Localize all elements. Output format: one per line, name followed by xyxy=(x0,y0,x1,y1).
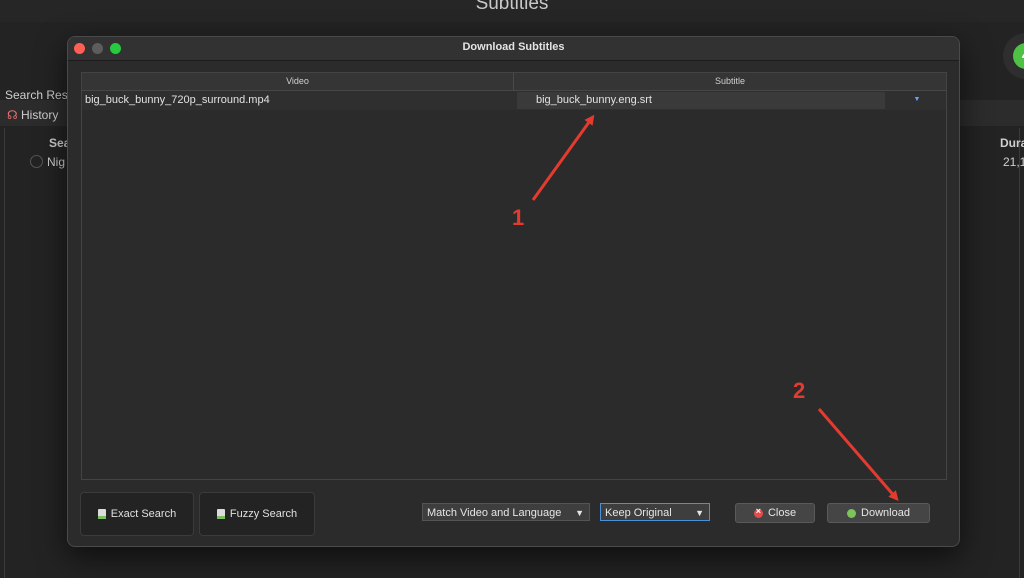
annotation-label-1: 1 xyxy=(512,205,525,230)
dialog-title-bar: Download Subtitles xyxy=(68,37,959,61)
download-button[interactable]: Download xyxy=(827,503,930,523)
close-icon xyxy=(753,506,763,518)
background-window-title: Subtitles xyxy=(475,0,549,14)
document-icon xyxy=(97,509,106,519)
fuzzy-search-label: Fuzzy Search xyxy=(229,508,298,520)
close-label: Close xyxy=(767,507,797,519)
exact-search-button[interactable]: Exact Search xyxy=(80,492,194,536)
background-column-header-right: Dura xyxy=(1000,136,1024,150)
download-subtitles-dialog: Download Subtitles Video Subtitle big_bu… xyxy=(67,36,960,547)
chevron-down-icon: ▼ xyxy=(695,508,704,518)
match-mode-value: Match Video and Language xyxy=(427,507,562,519)
table-row[interactable]: big_buck_bunny_720p_surround.mp4 big_buc… xyxy=(82,91,946,110)
annotation-label-2: 2 xyxy=(793,378,806,403)
column-header-video[interactable]: Video xyxy=(82,73,514,90)
subtitle-select-cell[interactable]: big_buck_bunny.eng.srt xyxy=(517,92,885,109)
background-badge-count: 4 xyxy=(1013,43,1024,69)
video-filename-cell: big_buck_bunny_720p_surround.mp4 xyxy=(85,94,270,106)
background-row-right: 21,1 xyxy=(1003,155,1024,169)
naming-mode-value: Keep Original xyxy=(605,507,672,519)
background-history-tab[interactable]: ☊ History xyxy=(7,108,58,122)
download-label: Download xyxy=(861,507,910,519)
match-mode-select[interactable]: Match Video and Language ▼ xyxy=(422,503,590,521)
naming-mode-select[interactable]: Keep Original ▼ xyxy=(600,503,710,521)
headphones-icon: ☊ xyxy=(7,108,18,122)
subtitle-dropdown-arrow-icon[interactable]: ▼ xyxy=(911,92,923,109)
dialog-title: Download Subtitles xyxy=(462,41,565,53)
table-header: Video Subtitle xyxy=(82,73,946,91)
download-icon xyxy=(847,508,857,518)
close-button[interactable]: Close xyxy=(735,503,815,523)
background-divider xyxy=(1019,128,1020,578)
background-history-label: History xyxy=(21,108,59,122)
background-divider xyxy=(4,128,5,578)
fuzzy-search-button[interactable]: Fuzzy Search xyxy=(199,492,315,536)
chevron-down-icon: ▼ xyxy=(575,508,584,518)
document-icon xyxy=(216,509,225,519)
exact-search-label: Exact Search xyxy=(110,508,177,520)
background-row-left: Nig xyxy=(47,155,66,169)
subtitle-filename: big_buck_bunny.eng.srt xyxy=(536,94,652,106)
subtitles-table: Video Subtitle big_buck_bunny_720p_surro… xyxy=(81,72,947,480)
background-row-radio[interactable] xyxy=(30,155,43,168)
column-header-subtitle[interactable]: Subtitle xyxy=(514,73,946,90)
